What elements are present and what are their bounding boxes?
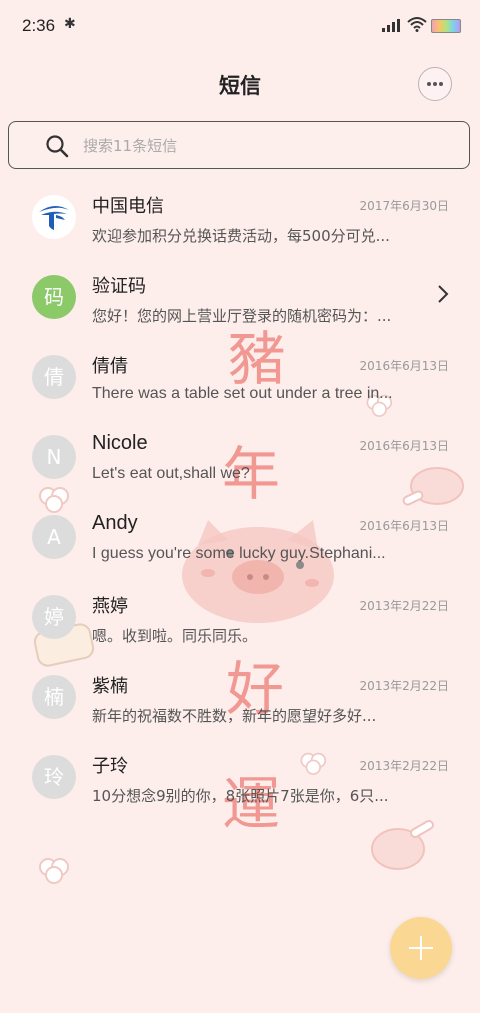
search-input[interactable] xyxy=(81,132,445,160)
message-preview: 10分想念9别的你，8张照片7张是你，6只... xyxy=(92,787,389,805)
contact-name: 燕婷 xyxy=(92,596,128,617)
message-date: 2013年2月22日 xyxy=(359,679,449,693)
message-preview: 您好！您的网上营业厅登录的随机密码为：... xyxy=(92,307,392,325)
conversation-row[interactable]: 倩 倩倩 2016年6月13日 There was a table set ou… xyxy=(0,340,480,420)
signal-icon xyxy=(382,18,402,32)
message-date: 2016年6月13日 xyxy=(359,519,449,533)
message-date: 2017年6月30日 xyxy=(359,199,449,213)
message-date: 2016年6月13日 xyxy=(359,359,449,373)
telecom-logo-icon xyxy=(32,195,76,239)
avatar: N xyxy=(32,435,76,479)
conversation-row[interactable]: 楠 紫楠 2013年2月22日 新年的祝福数不胜数，新年的愿望好多好... xyxy=(0,660,480,740)
message-preview: Let's eat out,shall we? xyxy=(92,465,250,482)
page-title: 短信 xyxy=(219,74,261,98)
message-date: 2013年2月22日 xyxy=(359,759,449,773)
chevron-right-icon xyxy=(438,285,449,303)
search-icon xyxy=(46,135,69,158)
more-options-button[interactable] xyxy=(418,67,452,101)
search-bar[interactable] xyxy=(8,121,470,169)
avatar: 楠 xyxy=(32,675,76,719)
status-time: 2:36 xyxy=(22,16,56,35)
status-bar: 2:36 ✱ xyxy=(0,0,480,52)
contact-name: 倩倩 xyxy=(92,356,128,377)
more-dot xyxy=(433,82,437,86)
conversation-row[interactable]: 玲 子玲 2013年2月22日 10分想念9别的你，8张照片7张是你，6只... xyxy=(0,740,480,820)
contact-name: 紫楠 xyxy=(92,676,128,697)
message-preview: 欢迎参加积分兑换话费活动，每500分可兑... xyxy=(92,227,390,245)
contact-name: 中国电信 xyxy=(92,196,164,217)
telecom-logo-avatar xyxy=(32,195,76,239)
drumstick-decoration-2 xyxy=(371,820,434,870)
bluetooth-icon: ✱ xyxy=(64,16,76,32)
battery-icon xyxy=(431,19,461,33)
message-date: 2016年6月13日 xyxy=(359,439,449,453)
conversation-row[interactable]: 中国电信 2017年6月30日 欢迎参加积分兑换话费活动，每500分可兑... xyxy=(0,180,480,260)
conversation-row[interactable]: 码 验证码 您好！您的网上营业厅登录的随机密码为：... xyxy=(0,260,480,340)
new-message-button[interactable] xyxy=(390,917,452,979)
contact-name: Andy xyxy=(92,512,138,534)
contact-name: 子玲 xyxy=(92,756,128,777)
conversation-row[interactable]: N Nicole 2016年6月13日 Let's eat out,shall … xyxy=(0,420,480,500)
avatar: 玲 xyxy=(32,755,76,799)
avatar: A xyxy=(32,515,76,559)
message-preview: 嗯。收到啦。同乐同乐。 xyxy=(92,627,258,645)
message-preview: 新年的祝福数不胜数，新年的愿望好多好... xyxy=(92,707,377,725)
more-dot xyxy=(439,82,443,86)
wifi-icon xyxy=(407,17,427,32)
flower-decoration-2 xyxy=(39,858,69,884)
avatar: 码 xyxy=(32,275,76,319)
plus-icon-vertical xyxy=(420,936,422,960)
contact-name: Nicole xyxy=(92,432,148,454)
avatar: 婷 xyxy=(32,595,76,639)
contact-name: 验证码 xyxy=(92,276,146,297)
avatar: 倩 xyxy=(32,355,76,399)
message-date: 2013年2月22日 xyxy=(359,599,449,613)
message-preview: There was a table set out under a tree i… xyxy=(92,385,393,402)
conversation-row[interactable]: 婷 燕婷 2013年2月22日 嗯。收到啦。同乐同乐。 xyxy=(0,580,480,660)
message-preview: I guess you're some lucky guy.Stephani..… xyxy=(92,545,386,562)
conversation-row[interactable]: A Andy 2016年6月13日 I guess you're some lu… xyxy=(0,500,480,580)
more-horizontal-icon xyxy=(427,82,431,86)
